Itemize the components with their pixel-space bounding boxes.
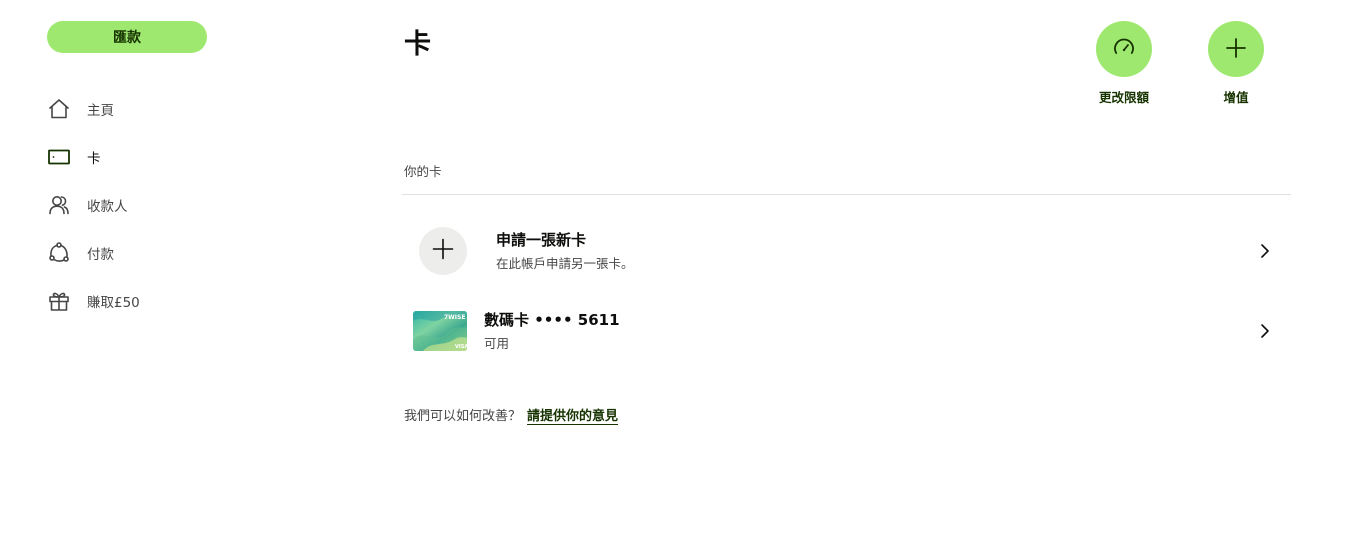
top-up-action: 增值 [1180,21,1292,106]
row-title: 數碼卡 •••• 5611 [484,311,620,329]
sidebar-item-label: 卡 [87,151,101,167]
sidebar-item-label: 付款 [87,247,114,263]
card-status: 可用 [484,336,510,351]
sidebar-item-label: 收款人 [87,199,128,215]
sidebar-item-cards[interactable]: 卡 [47,133,207,181]
feedback-prompt: 我們可以如何改善？ [404,409,522,424]
page: 匯款 主頁 卡 收款人 付款 賺取£50 卡 更改限額 增值 你的卡 申請一張新… [0,0,1352,541]
row-text: 數碼卡 •••• 5611 可用 [484,310,1253,352]
top-up-label: 增值 [1223,90,1249,105]
sidebar-item-label: 主頁 [87,103,114,119]
svg-text:7WISE: 7WISE [444,314,465,321]
divider [402,194,1291,195]
send-money-button[interactable]: 匯款 [47,21,207,53]
section-title: 你的卡 [404,164,442,179]
chevron-right-icon [1253,319,1277,343]
main-content: 卡 更改限額 增值 你的卡 申請一張新卡 在此帳戶申請另一張卡。 7WISE V… [402,0,1292,541]
plus-icon [1224,36,1248,63]
change-limits-label: 更改限額 [1098,90,1149,105]
sidebar-item-payments[interactable]: 付款 [47,229,207,277]
feedback-link[interactable]: 請提供你的意見 [527,405,618,424]
row-lead [419,227,467,275]
speedometer-icon [1112,36,1136,63]
sidebar-item-home[interactable]: 主頁 [47,85,207,133]
change-limits-action: 更改限額 [1068,21,1180,106]
chevron-right-icon [1253,239,1277,263]
payments-icon [47,241,71,265]
top-up-button[interactable] [1208,21,1264,77]
recipients-icon [47,193,71,217]
add-circle [419,227,467,275]
order-new-card-row[interactable]: 申請一張新卡 在此帳戶申請另一張卡。 [402,214,1291,288]
change-limits-button[interactable] [1096,21,1152,77]
home-icon [47,97,71,121]
quick-actions: 更改限額 增值 [1068,21,1292,106]
sidebar: 匯款 主頁 卡 收款人 付款 賺取£50 [47,21,207,325]
sidebar-item-recipients[interactable]: 收款人 [47,181,207,229]
gift-icon [47,289,71,313]
plus-icon [431,237,455,265]
sidebar-item-label: 賺取£50 [87,295,140,311]
page-title: 卡 [404,29,431,60]
row-lead: 7WISE VISA [413,307,467,355]
row-title: 申請一張新卡 [496,231,587,249]
card-icon [47,145,71,169]
sidebar-item-refer[interactable]: 賺取£50 [47,277,207,325]
sidebar-nav: 主頁 卡 收款人 付款 賺取£50 [47,85,207,325]
row-subtitle: 在此帳戶申請另一張卡。 [496,256,634,271]
row-text: 申請一張新卡 在此帳戶申請另一張卡。 [496,230,1253,272]
card-thumbnail: 7WISE VISA [413,311,467,351]
digital-card-row[interactable]: 7WISE VISA 數碼卡 •••• 5611 可用 [402,294,1291,368]
feedback: 我們可以如何改善？ 請提供你的意見 [404,405,618,424]
svg-text:VISA: VISA [455,344,467,350]
